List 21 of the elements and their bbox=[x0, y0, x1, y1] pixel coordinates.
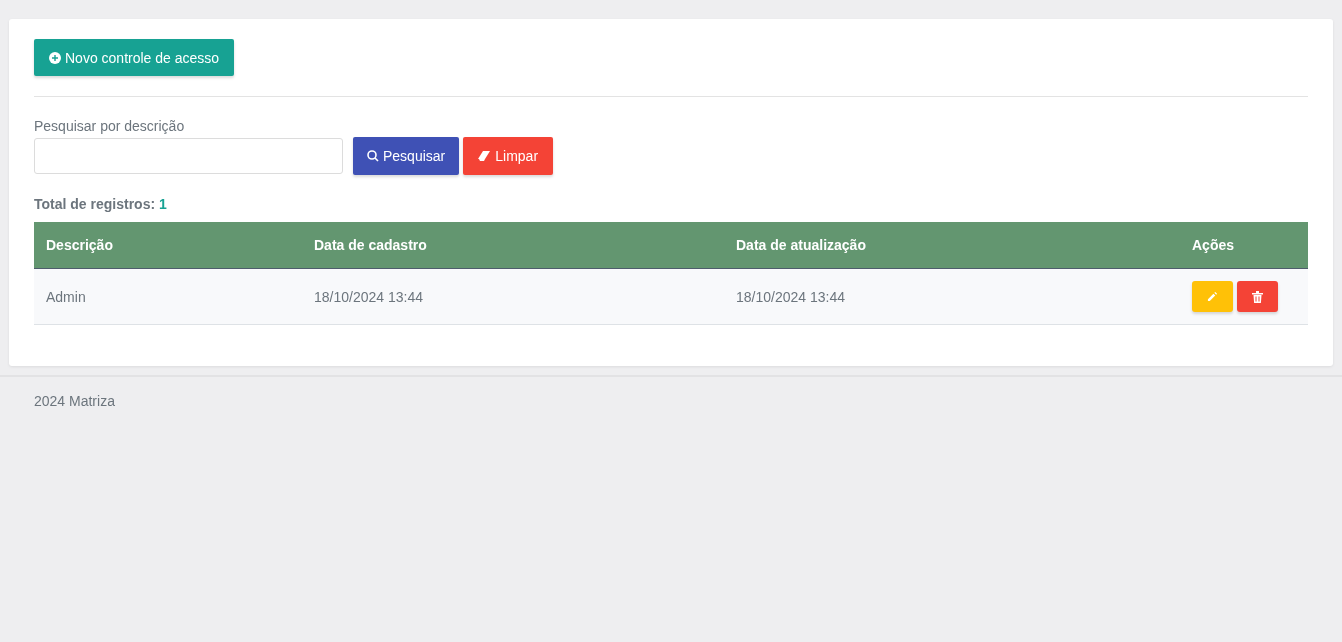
table-cell-text: Admin bbox=[45, 287, 87, 307]
plus-circle-icon bbox=[49, 51, 61, 64]
footer-text: 2024 Matriza bbox=[34, 393, 115, 409]
table-cell-text: 18/10/2024 13:44 bbox=[313, 287, 424, 307]
pencil-icon bbox=[1207, 291, 1218, 302]
search-icon bbox=[367, 150, 379, 162]
clear-button[interactable]: Limpar bbox=[463, 137, 554, 175]
column-header: Ações bbox=[1191, 236, 1236, 255]
eraser-icon bbox=[478, 150, 492, 162]
search-button[interactable]: Pesquisar bbox=[353, 137, 460, 175]
column-header: Data de atualização bbox=[735, 236, 867, 255]
table-cell-text: 18/10/2024 13:44 bbox=[735, 287, 846, 307]
new-access-control-button[interactable]: Novo controle de acesso bbox=[34, 39, 235, 76]
total-label: Total de registros: bbox=[34, 196, 156, 212]
column-header: Descrição bbox=[45, 236, 114, 255]
search-field[interactable] bbox=[34, 138, 343, 174]
column-header: Data de cadastro bbox=[313, 236, 428, 255]
search-label: Pesquisar por descrição bbox=[34, 118, 186, 134]
total-count: 1 bbox=[159, 196, 167, 212]
trash-icon bbox=[1252, 290, 1263, 303]
delete-button[interactable] bbox=[1237, 281, 1278, 312]
